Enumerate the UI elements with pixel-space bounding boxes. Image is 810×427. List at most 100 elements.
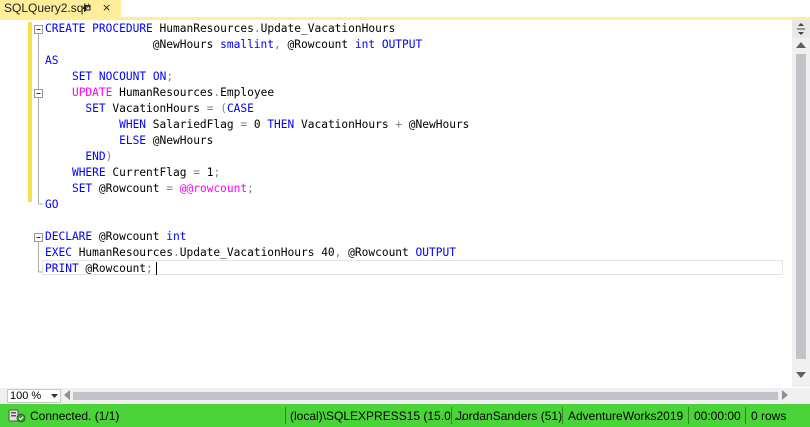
- code-token: THEN: [267, 118, 295, 131]
- code-token: @NewHours: [402, 118, 470, 131]
- zoom-dropdown[interactable]: 100 %: [7, 389, 61, 403]
- code-token: NOCOUNT: [98, 70, 147, 83]
- code-token: @NewHours: [45, 38, 221, 51]
- code-token: .: [253, 22, 261, 35]
- code-line[interactable]: ELSE @NewHours: [45, 133, 213, 149]
- code-line[interactable]: @NewHours smallint, @Rowcount int OUTPUT: [45, 37, 422, 53]
- code-token: 1: [199, 166, 214, 179]
- code-token: int: [166, 230, 187, 243]
- code-token: HumanResources: [152, 22, 254, 35]
- code-token: SET: [71, 70, 93, 83]
- code-token: SET: [71, 182, 93, 195]
- code-line[interactable]: SET @Rowcount = @@rowcount;: [45, 181, 254, 197]
- close-icon[interactable]: ×: [102, 1, 111, 14]
- code-token: EXEC: [45, 246, 72, 259]
- code-token: @Rowcount: [280, 38, 355, 51]
- code-token: ;: [213, 166, 221, 179]
- code-token: AS: [45, 54, 59, 67]
- server-name: (local)\SQLEXPRESS15 (15.0 ...: [290, 409, 465, 423]
- code-token: SalariedFlag: [146, 118, 241, 131]
- code-line[interactable]: END): [45, 149, 112, 165]
- code-token: CASE: [226, 102, 254, 115]
- code-token: =: [193, 166, 200, 179]
- code-token: @Rowcount: [92, 230, 167, 243]
- outline-gutter: [28, 22, 43, 273]
- tab-sqlquery2[interactable]: SQLQuery2.sql* ×: [0, 0, 121, 17]
- connected-icon: [8, 409, 26, 423]
- scroll-left-icon[interactable]: [64, 390, 70, 400]
- change-margin: [28, 22, 32, 202]
- document-tab-strip: SQLQuery2.sql* ×: [0, 0, 810, 17]
- code-token: VacationHours: [294, 118, 396, 131]
- code-token: OUTPUT: [415, 246, 456, 259]
- dropdown-arrow-icon[interactable]: [51, 390, 58, 402]
- code-token: CREATE: [45, 22, 86, 35]
- code-token: Update_VacationHours 40: [179, 246, 335, 259]
- editor-bottom-bar: 100 %: [0, 388, 810, 404]
- scroll-up-icon[interactable]: [796, 42, 806, 48]
- code-token: GO: [45, 198, 59, 211]
- code-token: HumanResources: [71, 246, 173, 259]
- code-token: @NewHours: [146, 134, 214, 147]
- code-line[interactable]: AS: [45, 53, 58, 69]
- code-token: VacationHours: [105, 102, 207, 115]
- status-bar: Connected. (1/1) (local)\SQLEXPRESS15 (1…: [0, 404, 810, 427]
- vertical-scroll-thumb[interactable]: [796, 54, 806, 359]
- code-line[interactable]: UPDATE HumanResources.Employee: [45, 85, 274, 101]
- code-line[interactable]: EXEC HumanResources.Update_VacationHours…: [45, 245, 456, 261]
- vertical-scrollbar[interactable]: [792, 20, 810, 387]
- query-editor[interactable]: CREATE PROCEDURE HumanResources.Update_V…: [0, 20, 792, 387]
- pin-icon[interactable]: [83, 5, 91, 11]
- code-token: ,: [274, 38, 281, 51]
- elapsed-time: 00:00:00: [694, 409, 741, 423]
- code-line[interactable]: WHEN SalariedFlag = 0 THEN VacationHours…: [45, 117, 469, 133]
- code-token: smallint: [220, 38, 275, 51]
- split-icon[interactable]: [792, 20, 810, 38]
- code-line[interactable]: DECLARE @Rowcount int: [45, 229, 186, 245]
- code-token: Employee: [220, 86, 275, 99]
- zoom-value: 100 %: [10, 390, 42, 402]
- code-token: .: [173, 246, 180, 259]
- code-token: DECLARE: [45, 230, 93, 243]
- collapse-toggle-update[interactable]: [34, 89, 43, 98]
- code-token: int: [354, 38, 376, 51]
- code-token: WHERE: [71, 166, 106, 179]
- code-token: ;: [146, 262, 153, 275]
- collapse-toggle-declare[interactable]: [34, 233, 43, 242]
- horizontal-scroll-thumb[interactable]: [73, 392, 778, 400]
- code-line[interactable]: CREATE PROCEDURE HumanResources.Update_V…: [45, 21, 395, 37]
- code-token: (: [220, 102, 227, 115]
- code-token: 0: [247, 118, 268, 131]
- user-name: JordanSanders (51): [456, 409, 563, 423]
- code-token: SET: [85, 102, 106, 115]
- code-line[interactable]: SET VacationHours = (CASE: [45, 101, 254, 117]
- code-token: @Rowcount: [92, 182, 167, 195]
- row-count: 0 rows: [751, 409, 787, 423]
- code-token: CurrentFlag: [105, 166, 194, 179]
- code-token: ELSE: [119, 134, 147, 147]
- code-line[interactable]: WHERE CurrentFlag = 1;: [45, 165, 220, 181]
- scroll-down-icon[interactable]: [796, 372, 806, 378]
- code-token: Update_VacationHours: [260, 22, 396, 35]
- scroll-right-icon[interactable]: [782, 390, 788, 400]
- code-line[interactable]: SET NOCOUNT ON;: [45, 69, 173, 85]
- collapse-toggle-create[interactable]: [34, 25, 43, 34]
- code-token: UPDATE: [71, 86, 113, 99]
- code-token: PROCEDURE: [92, 22, 153, 35]
- database-name: AdventureWorks2019: [568, 409, 684, 423]
- code-line[interactable]: GO: [45, 197, 58, 213]
- code-token: PRINT: [45, 262, 79, 275]
- code-token: HumanResources: [112, 86, 214, 99]
- code-token: ;: [247, 182, 254, 195]
- code-line[interactable]: PRINT @Rowcount;: [45, 261, 153, 277]
